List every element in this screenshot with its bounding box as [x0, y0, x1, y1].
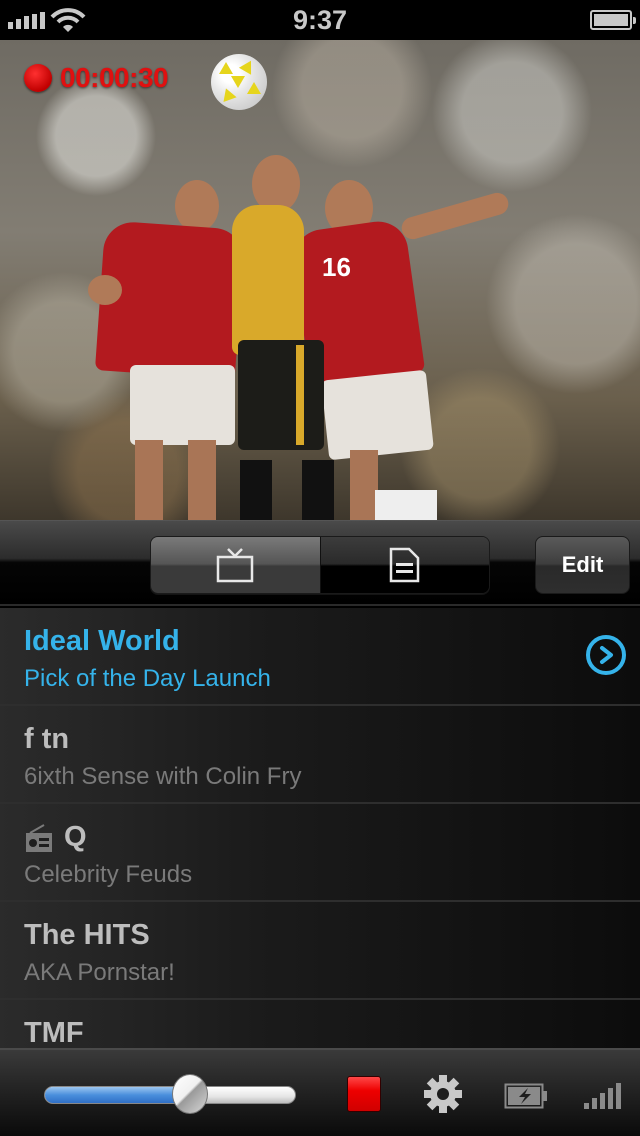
- chevron-right-circle-icon[interactable]: [586, 635, 626, 675]
- program-title: AKA Pornstar!: [24, 959, 175, 986]
- recording-indicator: 00:00:30: [24, 62, 169, 94]
- volume-fill: [45, 1087, 190, 1103]
- soccer-ball: [211, 54, 267, 110]
- view-segmented-control[interactable]: [150, 536, 490, 594]
- video-player[interactable]: 16 00:00:30: [0, 40, 640, 520]
- bottom-bar: [0, 1048, 640, 1136]
- channel-name: Q: [64, 821, 87, 853]
- channel-name: TMF: [24, 1017, 84, 1048]
- channel-row[interactable]: Ideal World Pick of the Day Launch: [0, 608, 640, 706]
- edit-button[interactable]: Edit: [535, 536, 630, 594]
- jersey-number: 16: [322, 252, 351, 282]
- channel-name: The HITS: [24, 919, 150, 951]
- battery-icon: [590, 10, 636, 30]
- channel-list[interactable]: Ideal World Pick of the Day Launch f tn …: [0, 608, 640, 1048]
- channel-name: f tn: [24, 723, 70, 755]
- tv-icon: [217, 548, 254, 583]
- program-title: 6ixth Sense with Colin Fry: [24, 763, 302, 790]
- gear-icon[interactable]: [423, 1074, 463, 1114]
- toolbar: Edit: [0, 520, 640, 606]
- battery-charging-icon: [504, 1083, 547, 1109]
- signal-icon: [584, 1082, 621, 1109]
- channel-row[interactable]: The HITS AKA Pornstar!: [0, 902, 640, 1000]
- channel-row[interactable]: TMF: [0, 1000, 640, 1048]
- tab-details[interactable]: [319, 537, 489, 593]
- volume-slider-thumb[interactable]: [172, 1074, 209, 1114]
- record-timer: 00:00:30: [60, 62, 169, 93]
- status-bar: 9:37: [0, 0, 640, 40]
- radio-icon: [26, 823, 52, 852]
- channel-row[interactable]: f tn 6ixth Sense with Colin Fry: [0, 706, 640, 804]
- stop-recording-button[interactable]: [347, 1076, 381, 1112]
- channel-row[interactable]: Q Celebrity Feuds: [0, 804, 640, 902]
- volume-slider[interactable]: [44, 1086, 296, 1104]
- record-dot-icon: [24, 64, 52, 92]
- program-title: Celebrity Feuds: [24, 861, 193, 888]
- channel-name: Ideal World: [24, 625, 180, 657]
- status-time: 9:37: [292, 5, 348, 35]
- tab-tv-guide[interactable]: [151, 537, 320, 593]
- program-title: Pick of the Day Launch: [24, 665, 271, 692]
- document-icon: [389, 547, 419, 583]
